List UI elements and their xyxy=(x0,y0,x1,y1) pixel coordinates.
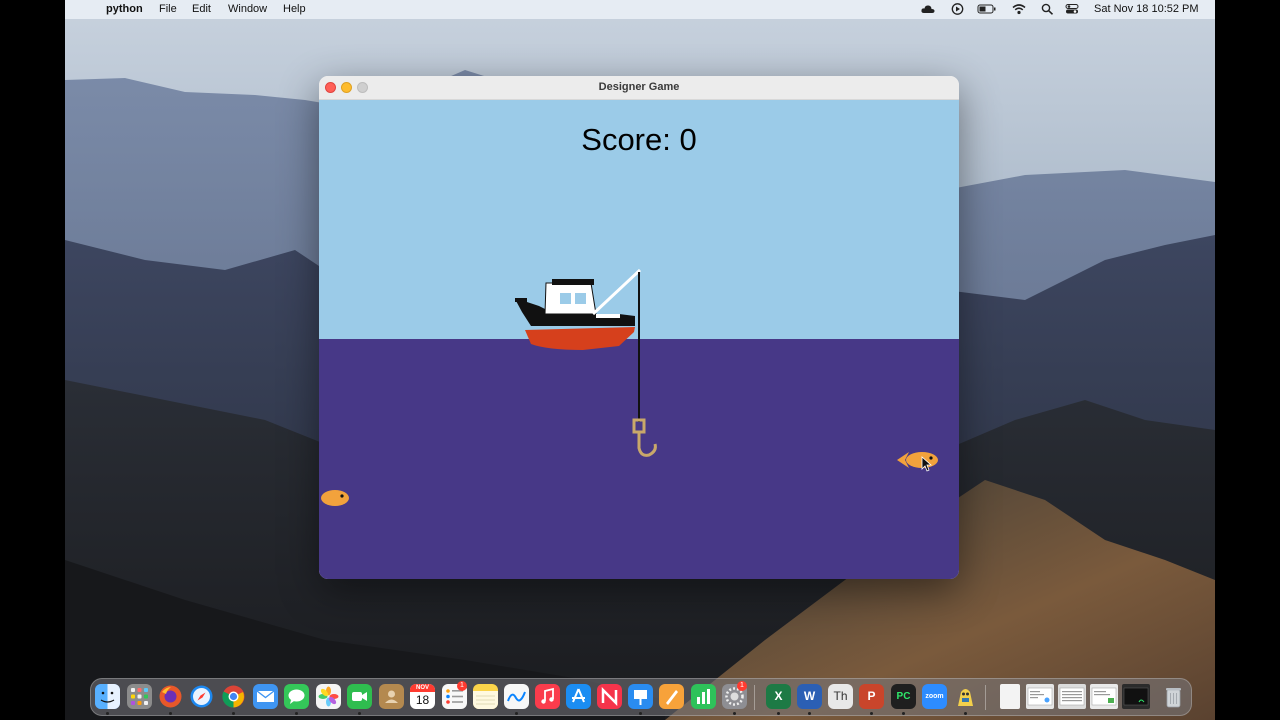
window-thumbnail-3-icon[interactable] xyxy=(1090,684,1118,709)
window-thumbnail-2-icon[interactable] xyxy=(1058,684,1086,709)
game-sprites xyxy=(321,268,938,506)
game-window: Designer Game Score: 0 xyxy=(319,76,959,579)
reminders-badge: 1 xyxy=(457,681,467,691)
messages-icon[interactable] xyxy=(284,684,309,709)
control-center-icon[interactable] xyxy=(1065,3,1079,15)
news-icon[interactable] xyxy=(597,684,622,709)
chrome-icon[interactable] xyxy=(221,684,246,709)
battery-icon[interactable] xyxy=(977,3,997,15)
app-store-icon[interactable] xyxy=(566,684,591,709)
menu-clock[interactable]: Sat Nov 18 10:52 PM xyxy=(1094,3,1199,15)
menu-file[interactable]: File xyxy=(159,3,177,15)
window-title-bar[interactable]: Designer Game xyxy=(319,76,959,100)
keynote-icon[interactable] xyxy=(628,684,653,709)
font-book-icon[interactable]: Th xyxy=(828,684,853,709)
calendar-month: NOV xyxy=(410,684,435,692)
play-icon[interactable] xyxy=(950,3,964,15)
cloud-icon[interactable] xyxy=(921,3,935,15)
calendar-icon[interactable]: NOV 18 xyxy=(410,684,435,709)
boat-sprite xyxy=(515,268,642,350)
menu-window[interactable]: Window xyxy=(228,3,267,15)
facetime-icon[interactable] xyxy=(347,684,372,709)
notes-icon[interactable] xyxy=(473,684,498,709)
dock: NOV 18 1 1 X W Th P PC zoom xyxy=(90,678,1192,716)
finder-icon[interactable] xyxy=(95,684,120,709)
trash-icon[interactable] xyxy=(1161,684,1186,709)
photos-icon[interactable] xyxy=(316,684,341,709)
document-icon[interactable] xyxy=(1000,684,1020,709)
menu-edit[interactable]: Edit xyxy=(192,3,211,15)
launchpad-icon[interactable] xyxy=(127,684,152,709)
pages-icon[interactable] xyxy=(659,684,684,709)
calendar-day: 18 xyxy=(415,693,430,707)
search-icon[interactable] xyxy=(1040,3,1054,15)
python-launcher-icon[interactable] xyxy=(953,684,978,709)
fishing-hook[interactable] xyxy=(632,418,657,457)
menu-app-name[interactable]: python xyxy=(106,3,143,15)
excel-icon[interactable]: X xyxy=(766,684,791,709)
fish-sprite-left[interactable] xyxy=(321,490,349,506)
settings-badge: 1 xyxy=(737,681,747,691)
numbers-icon[interactable] xyxy=(691,684,716,709)
pycharm-icon[interactable]: PC xyxy=(891,684,916,709)
window-title: Designer Game xyxy=(598,81,680,93)
game-canvas[interactable]: Score: 0 xyxy=(319,100,959,579)
mail-icon[interactable] xyxy=(253,684,278,709)
music-icon[interactable] xyxy=(535,684,560,709)
contacts-icon[interactable] xyxy=(379,684,404,709)
freeform-icon[interactable] xyxy=(504,684,529,709)
fish-sprite-right[interactable] xyxy=(897,452,938,468)
menu-help[interactable]: Help xyxy=(283,3,306,15)
wifi-icon[interactable] xyxy=(1012,3,1026,15)
window-thumbnail-1-icon[interactable] xyxy=(1026,684,1054,709)
desktop: python File Edit Window Help Sat Nov 18 … xyxy=(65,0,1215,720)
menu-bar: python File Edit Window Help Sat Nov 18 … xyxy=(65,0,1215,19)
zoom-icon[interactable]: zoom xyxy=(922,684,947,709)
word-icon[interactable]: W xyxy=(797,684,822,709)
firefox-icon[interactable] xyxy=(158,684,183,709)
powerpoint-icon[interactable]: P xyxy=(859,684,884,709)
terminal-icon[interactable] xyxy=(1122,684,1150,709)
safari-icon[interactable] xyxy=(189,684,214,709)
